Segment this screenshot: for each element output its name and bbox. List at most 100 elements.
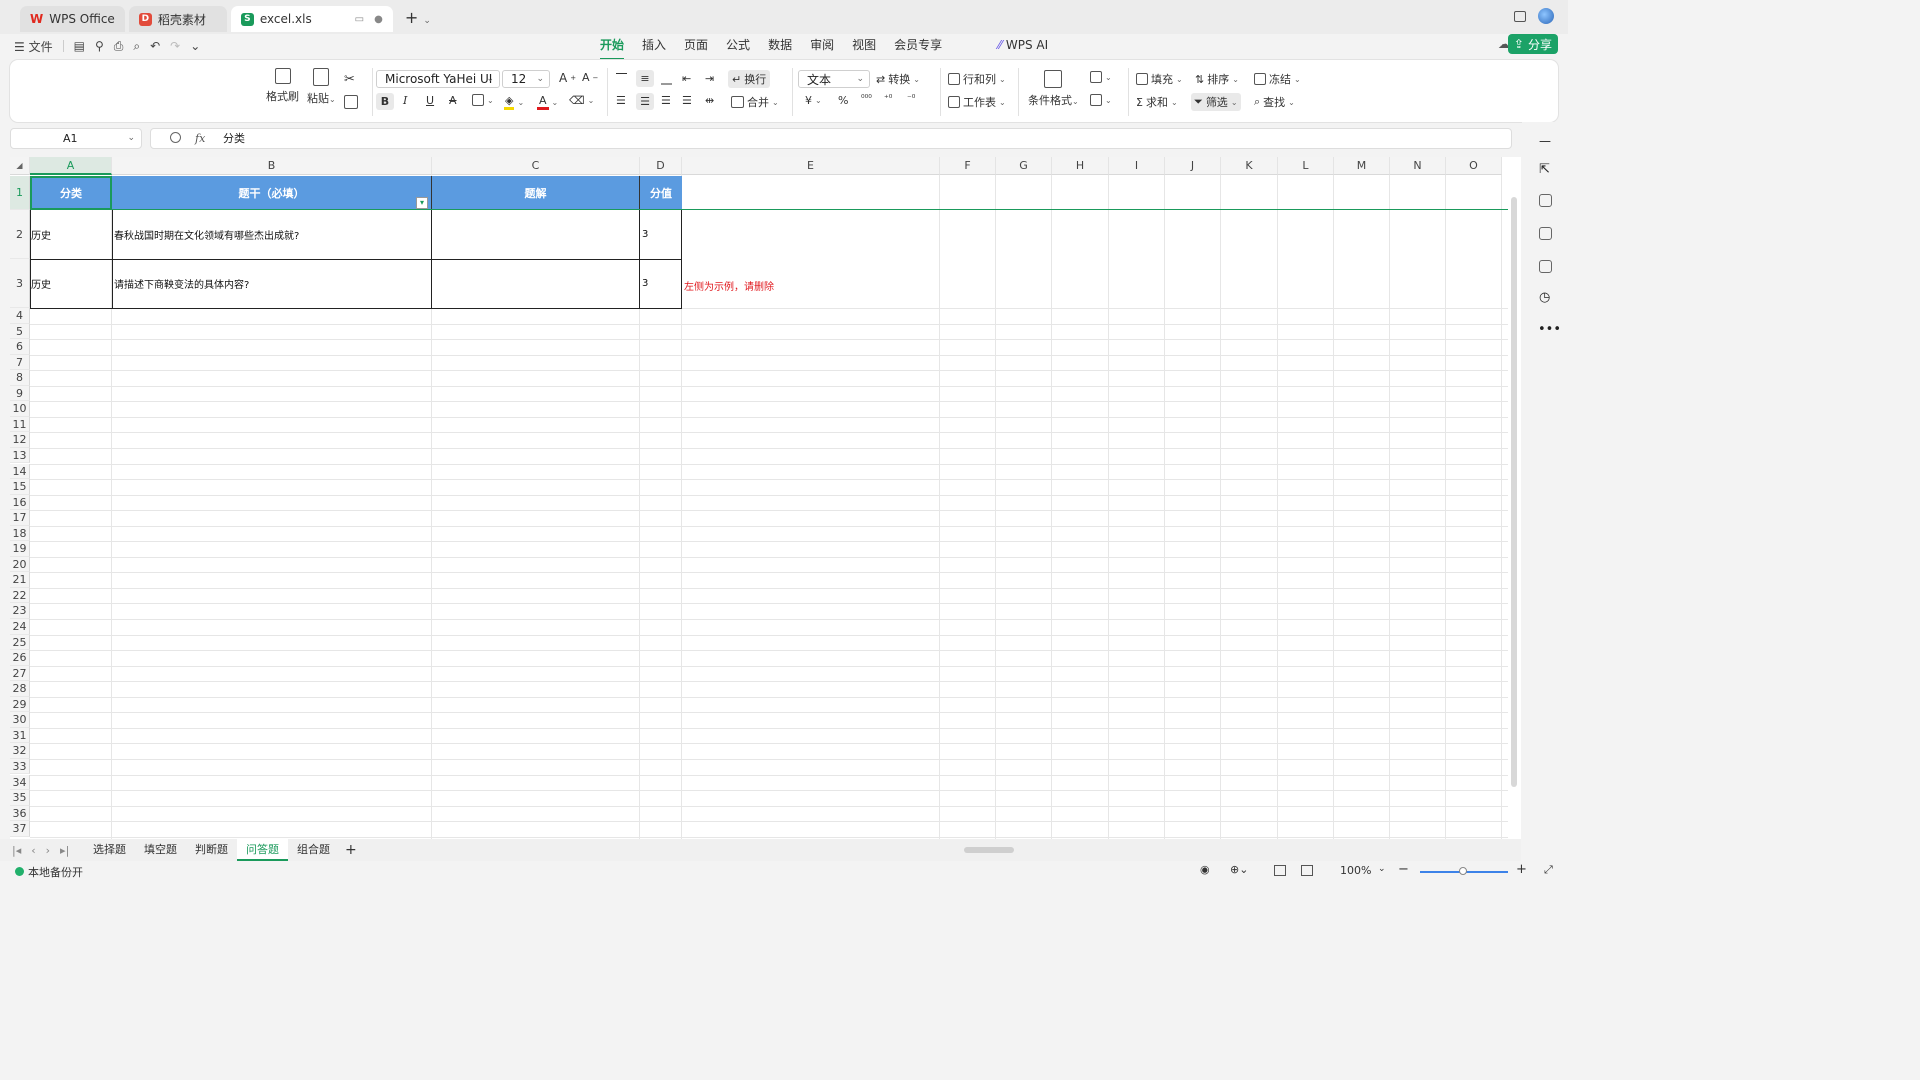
row-header[interactable]: 20	[10, 556, 30, 573]
row-header[interactable]: 8	[10, 370, 30, 386]
row-header[interactable]: 33	[10, 758, 30, 775]
header-cell-question[interactable]: 题干（必填）	[112, 176, 432, 210]
row-header[interactable]: 6	[10, 339, 30, 355]
zoom-dropdown-icon[interactable]: ⌄	[1378, 864, 1386, 874]
tab-view[interactable]: 视图	[843, 34, 885, 58]
normal-view-icon[interactable]	[1274, 865, 1286, 876]
zoom-in-icon[interactable]: +	[1516, 862, 1527, 877]
row-header[interactable]: 16	[10, 494, 30, 511]
row-header[interactable]: 27	[10, 665, 30, 682]
clear-format-button[interactable]: ⌫ ⌄	[569, 94, 594, 107]
align-center-button[interactable]: ☰	[636, 93, 654, 110]
tab-member[interactable]: 会员专享	[885, 34, 951, 58]
first-sheet-icon[interactable]: |◂	[12, 844, 21, 857]
sidebar-toggle-icon[interactable]	[1514, 10, 1526, 22]
more-icon[interactable]: •••	[1538, 322, 1561, 337]
row-header[interactable]: 3	[10, 259, 30, 308]
sum-button[interactable]: Σ 求和 ⌄	[1136, 94, 1178, 110]
align-right-button[interactable]: ☰	[661, 94, 671, 107]
row-header[interactable]: 36	[10, 805, 30, 822]
column-header-e[interactable]: E	[682, 157, 940, 175]
align-top-button[interactable]: ⎺	[616, 72, 627, 86]
justify-button[interactable]: ☰	[682, 94, 692, 107]
table-cell[interactable]	[433, 210, 639, 259]
row-header[interactable]: 31	[10, 727, 30, 744]
italic-button[interactable]: I	[403, 94, 407, 107]
copy-button[interactable]	[344, 95, 358, 109]
filter-dropdown-icon[interactable]: ▾	[416, 197, 428, 209]
border-button[interactable]: ⌄	[472, 94, 494, 106]
next-sheet-icon[interactable]: ›	[46, 844, 50, 857]
last-sheet-icon[interactable]: ▸|	[60, 844, 69, 857]
indent-increase-button[interactable]: ⇥	[705, 72, 714, 85]
freeze-button[interactable]: 冻结 ⌄	[1254, 71, 1301, 87]
save-icon[interactable]: ▤	[74, 39, 85, 53]
column-header-m[interactable]: M	[1334, 157, 1390, 175]
row-header[interactable]: 5	[10, 323, 30, 340]
zoom-slider-handle[interactable]	[1459, 867, 1467, 875]
tab-excel[interactable]: S excel.xls ▭ ●	[230, 6, 393, 32]
row-header[interactable]: 7	[10, 354, 30, 371]
column-header-d[interactable]: D	[640, 157, 682, 175]
table-cell[interactable]: 历史	[30, 259, 112, 308]
vertical-scrollbar[interactable]	[1511, 197, 1517, 787]
tab-data[interactable]: 数据	[759, 34, 801, 58]
column-header-j[interactable]: J	[1165, 157, 1221, 175]
avatar[interactable]	[1538, 8, 1554, 24]
row-header[interactable]: 12	[10, 432, 30, 448]
table-cell[interactable]: 3	[641, 210, 681, 259]
header-cell-score[interactable]: 分值	[640, 176, 682, 210]
prev-sheet-icon[interactable]: ‹	[31, 844, 35, 857]
row-header[interactable]: 13	[10, 447, 30, 464]
link-icon[interactable]: ⚲	[95, 39, 104, 53]
row-header[interactable]: 35	[10, 790, 30, 806]
column-header-k[interactable]: K	[1221, 157, 1278, 175]
row-header[interactable]: 25	[10, 634, 30, 651]
table-cell[interactable]	[433, 259, 639, 308]
tab-review[interactable]: 审阅	[801, 34, 843, 58]
tab-page[interactable]: 页面	[675, 34, 717, 58]
row-header[interactable]: 11	[10, 416, 30, 433]
fx-icon[interactable]: fx	[195, 129, 205, 148]
row-header[interactable]: 34	[10, 774, 30, 791]
select-all-corner[interactable]: ◢	[10, 157, 30, 175]
sheet-tab-judge[interactable]: 判断题	[186, 839, 237, 861]
redo-icon[interactable]: ↷	[170, 39, 180, 53]
zoom-out-icon[interactable]: −	[1398, 862, 1409, 877]
header-cell-category[interactable]: 分类	[30, 176, 112, 210]
column-header-o[interactable]: O	[1446, 157, 1502, 175]
bold-button[interactable]: B	[376, 93, 394, 110]
preview-icon[interactable]: ⌕	[133, 39, 140, 54]
conditional-format-button[interactable]: 条件格式⌄	[1028, 70, 1079, 108]
row-header[interactable]: 4	[10, 308, 30, 324]
decimal-decrease-button[interactable]: ⁻⁰	[907, 94, 915, 104]
history-icon[interactable]: ◷	[1539, 290, 1550, 305]
percent-button[interactable]: %	[838, 94, 848, 107]
row-header[interactable]: 17	[10, 510, 30, 526]
collapse-icon[interactable]: —	[1539, 134, 1551, 148]
row-header[interactable]: 10	[10, 401, 30, 417]
wps-ai-button[interactable]: ⁄⁄ WPS AI	[998, 34, 1048, 58]
crosshair-icon[interactable]: ⊕⌄	[1230, 863, 1248, 876]
table-cell[interactable]: 3	[641, 259, 681, 308]
add-sheet-button[interactable]: +	[339, 842, 363, 858]
row-header[interactable]: 15	[10, 479, 30, 495]
row-header[interactable]: 22	[10, 587, 30, 604]
align-middle-button[interactable]: ≡	[636, 70, 654, 87]
column-header-h[interactable]: H	[1052, 157, 1109, 175]
window-icon[interactable]: ▭	[355, 14, 364, 25]
tab-formula[interactable]: 公式	[717, 34, 759, 58]
font-size-select[interactable]: 12 ⌄	[502, 70, 550, 88]
cell-style-button[interactable]: ⌄	[1090, 71, 1112, 83]
name-box[interactable]: A1 ⌄	[10, 128, 142, 149]
underline-button[interactable]: U	[426, 94, 434, 107]
page-view-icon[interactable]	[1301, 865, 1313, 876]
paste-button[interactable]: 粘贴⌄	[307, 68, 336, 106]
formula-bar[interactable]: fx 分类	[150, 128, 1512, 149]
row-header[interactable]: 2	[10, 210, 30, 259]
spreadsheet-grid[interactable]: ◢ ABCDEFGHIJKLMNO 1 2 3 4 5 6 7 8 9 10 11 12 13 14 15 1…	[10, 157, 1521, 839]
table-style-button[interactable]: ⌄	[1090, 94, 1112, 106]
filter-button[interactable]: ⏷ 筛选 ⌄	[1191, 93, 1241, 111]
row-header[interactable]: 29	[10, 696, 30, 713]
column-header-n[interactable]: N	[1390, 157, 1446, 175]
